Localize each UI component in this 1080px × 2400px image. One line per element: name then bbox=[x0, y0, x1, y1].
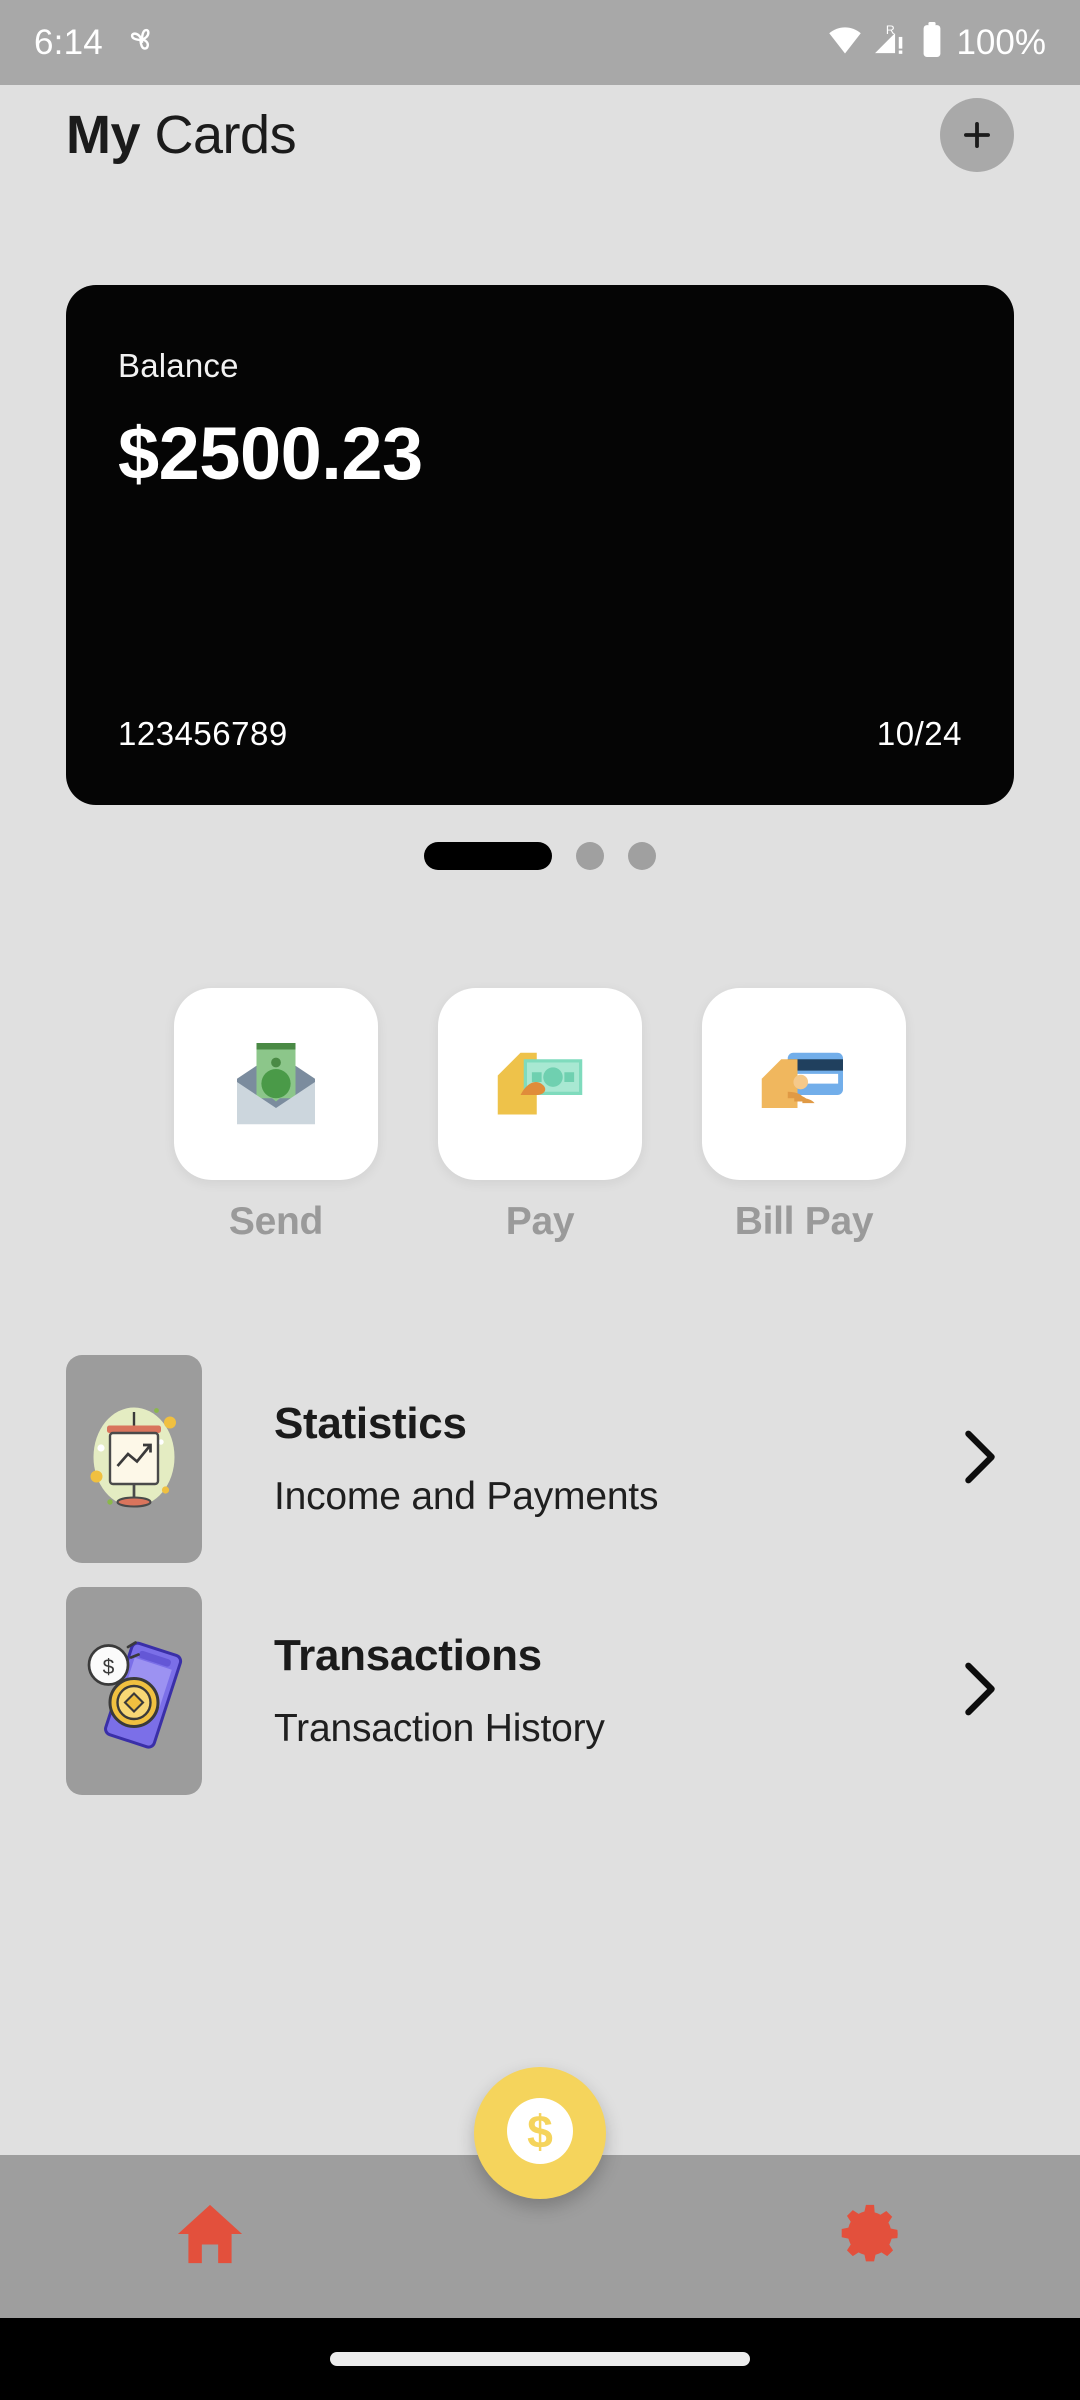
card-number: 123456789 bbox=[118, 715, 288, 752]
carousel-dot-1[interactable] bbox=[424, 842, 552, 870]
page-title-light: Cards bbox=[140, 105, 297, 165]
transactions-text-block: Transactions Transaction History bbox=[274, 1631, 952, 1751]
page-title-bold: My bbox=[66, 105, 141, 165]
home-icon bbox=[175, 2201, 245, 2272]
gesture-handle[interactable] bbox=[330, 2352, 750, 2366]
status-time: 6:14 bbox=[34, 22, 103, 62]
action-bill-pay-tile[interactable] bbox=[702, 988, 906, 1180]
gear-icon bbox=[835, 2199, 905, 2274]
add-card-button[interactable] bbox=[940, 98, 1014, 172]
statistics-text-block: Statistics Income and Payments bbox=[274, 1399, 952, 1519]
hand-holding-cash-icon bbox=[488, 1030, 592, 1139]
action-pay-tile[interactable] bbox=[438, 988, 642, 1180]
presentation-chart-icon bbox=[74, 1382, 194, 1537]
action-send-label: Send bbox=[228, 1200, 324, 1243]
action-pay-label: Pay bbox=[505, 1200, 575, 1243]
statistics-subtitle: Income and Payments bbox=[274, 1475, 659, 1518]
quick-actions: Send Pay Bill Pay bbox=[0, 988, 1080, 1244]
menu-row-statistics[interactable]: Statistics Income and Payments bbox=[66, 1355, 1014, 1563]
card-balance-amount: $2500.23 bbox=[118, 412, 423, 495]
page-title: My Cards bbox=[66, 104, 297, 166]
statistics-title: Statistics bbox=[274, 1399, 467, 1448]
status-bar: 6:14 R 100% bbox=[0, 0, 1080, 85]
status-bar-left: 6:14 bbox=[34, 23, 159, 63]
hand-holding-credit-card-icon bbox=[752, 1030, 856, 1139]
svg-text:$: $ bbox=[103, 1656, 115, 1679]
action-pay[interactable]: Pay bbox=[438, 988, 642, 1244]
balance-card[interactable]: Balance $2500.23 123456789 10/24 bbox=[66, 285, 1014, 805]
carousel-dot-2[interactable] bbox=[576, 842, 604, 870]
menu-row-transactions[interactable]: $ Transactions Transaction History bbox=[66, 1587, 1014, 1795]
statistics-chevron[interactable] bbox=[952, 1426, 1008, 1493]
card-balance-label: Balance bbox=[118, 347, 239, 384]
page-header: My Cards bbox=[0, 85, 1080, 185]
battery-percent-label: 100% bbox=[956, 22, 1046, 62]
action-bill-pay[interactable]: Bill Pay bbox=[702, 988, 906, 1244]
card-carousel-indicator[interactable] bbox=[0, 842, 1080, 870]
transactions-chevron[interactable] bbox=[952, 1658, 1008, 1725]
menu-list: Statistics Income and Payments $ Transac… bbox=[66, 1355, 1014, 1795]
chevron-right-icon bbox=[958, 1426, 1002, 1493]
card-footer: 123456789 10/24 bbox=[118, 715, 962, 753]
transactions-title: Transactions bbox=[274, 1631, 542, 1680]
android-gesture-bar bbox=[0, 2318, 1080, 2400]
status-bar-right: R 100% bbox=[827, 22, 1046, 63]
statistics-thumbnail bbox=[66, 1355, 202, 1563]
card-expiry: 10/24 bbox=[876, 715, 962, 752]
action-bill-pay-label: Bill Pay bbox=[734, 1200, 874, 1243]
nav-item-settings[interactable] bbox=[660, 2155, 1080, 2318]
action-send[interactable]: Send bbox=[174, 988, 378, 1244]
battery-icon bbox=[921, 22, 943, 63]
money-envelope-icon bbox=[224, 1030, 328, 1139]
transactions-thumbnail: $ bbox=[66, 1587, 202, 1795]
plus-icon bbox=[958, 116, 996, 154]
transactions-subtitle: Transaction History bbox=[274, 1707, 605, 1750]
dollar-fab-button[interactable]: $ bbox=[474, 2067, 606, 2199]
nav-item-home[interactable] bbox=[0, 2155, 420, 2318]
pinwheel-icon bbox=[125, 23, 159, 62]
wifi-icon bbox=[827, 25, 863, 60]
cellular-signal-roaming-icon: R bbox=[872, 23, 912, 62]
chevron-right-icon bbox=[958, 1658, 1002, 1725]
carousel-dot-3[interactable] bbox=[628, 842, 656, 870]
dollar-coin-icon: $ bbox=[507, 2097, 573, 2169]
action-send-tile[interactable] bbox=[174, 988, 378, 1180]
svg-text:$: $ bbox=[527, 2105, 553, 2157]
phone-coins-icon: $ bbox=[74, 1614, 194, 1769]
